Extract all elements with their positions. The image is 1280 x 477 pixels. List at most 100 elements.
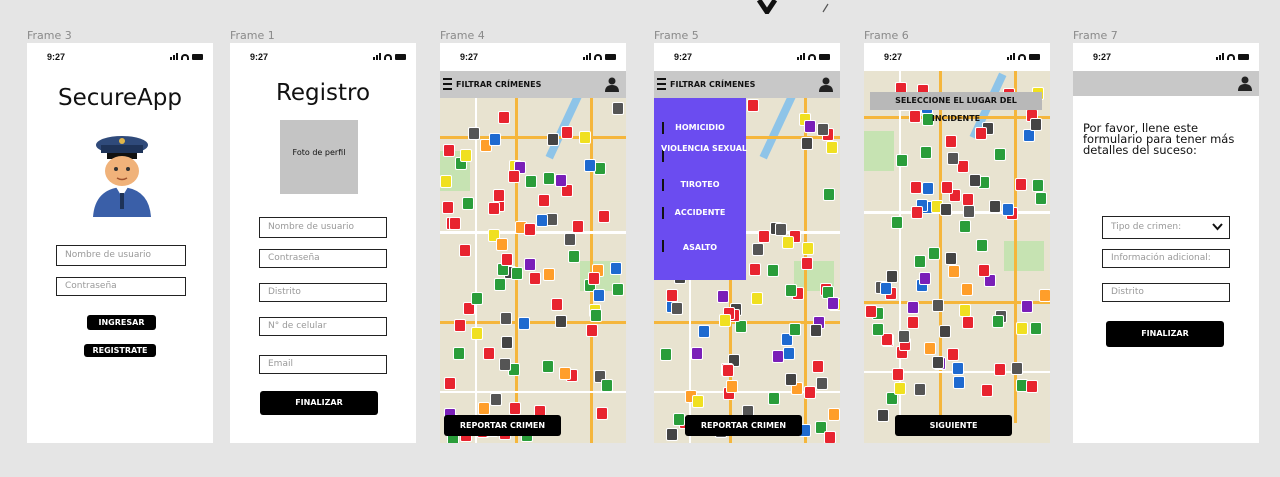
crime-pin-icon bbox=[962, 193, 974, 206]
user-icon[interactable] bbox=[604, 76, 620, 92]
frame-label-4: Frame 4 bbox=[440, 29, 485, 42]
password-input[interactable]: Contraseña bbox=[259, 249, 387, 268]
crime-pin-icon bbox=[1039, 289, 1050, 302]
crime-pin-icon bbox=[691, 347, 703, 360]
phone-input[interactable]: N° de celular bbox=[259, 317, 387, 336]
filter-title[interactable]: FILTRAR CRÍMENES bbox=[456, 80, 541, 89]
map-park bbox=[864, 131, 894, 171]
filter-homicidio[interactable]: HOMICIDIO bbox=[654, 123, 746, 132]
email-input[interactable]: Email bbox=[259, 355, 387, 374]
crime-pin-icon bbox=[962, 316, 974, 329]
frame-label-3: Frame 3 bbox=[27, 29, 72, 42]
crime-pin-icon bbox=[666, 428, 678, 441]
crime-pin-icon bbox=[538, 194, 550, 207]
username-input[interactable]: Nombre de usuario bbox=[259, 217, 387, 238]
crime-pin-icon bbox=[886, 270, 898, 283]
filter-title[interactable]: FILTRAR CRÍMENES bbox=[670, 80, 755, 89]
filter-bar: FILTRAR CRÍMENES bbox=[654, 71, 840, 98]
crime-pin-icon bbox=[804, 120, 816, 133]
crime-pin-icon bbox=[489, 133, 501, 146]
crime-pin-icon bbox=[767, 264, 779, 277]
crime-pin-icon bbox=[717, 290, 729, 303]
finish-button[interactable]: FINALIZAR bbox=[260, 391, 378, 415]
next-button[interactable]: SIGUIENTE bbox=[895, 415, 1012, 436]
crime-pin-icon bbox=[462, 197, 474, 210]
crime-pin-icon bbox=[775, 223, 787, 236]
district-input[interactable]: Distrito bbox=[259, 283, 387, 302]
crime-pin-icon bbox=[499, 358, 511, 371]
crime-pin-icon bbox=[747, 99, 759, 112]
menu-icon[interactable] bbox=[657, 78, 666, 90]
frame-label-7: Frame 7 bbox=[1073, 29, 1118, 42]
crime-pin-icon bbox=[922, 182, 934, 195]
crime-pin-icon bbox=[449, 217, 461, 230]
crime-pin-icon bbox=[722, 364, 734, 377]
crime-pin-icon bbox=[802, 242, 814, 255]
district-input[interactable]: Distrito bbox=[1102, 283, 1230, 302]
crime-pin-icon bbox=[601, 379, 613, 392]
crime-pin-icon bbox=[932, 356, 944, 369]
crime-pin-icon bbox=[894, 382, 906, 395]
crime-pin-icon bbox=[947, 152, 959, 165]
status-time: 9:27 bbox=[47, 52, 66, 62]
crime-pin-icon bbox=[963, 205, 975, 218]
crime-pin-icon bbox=[551, 298, 563, 311]
crime-pin-icon bbox=[824, 431, 836, 443]
map-river bbox=[759, 92, 797, 160]
crime-pin-icon bbox=[1011, 362, 1023, 375]
crime-pin-icon bbox=[596, 407, 608, 420]
filter-tiroteo[interactable]: TIROTEO bbox=[654, 180, 746, 189]
crime-pin-icon bbox=[896, 154, 908, 167]
crime-pin-icon bbox=[719, 314, 731, 327]
crime-pin-icon bbox=[981, 384, 993, 397]
report-crime-button[interactable]: REPORTAR CRIMEN bbox=[685, 415, 802, 436]
signal-icon bbox=[797, 53, 805, 60]
crime-pin-icon bbox=[945, 252, 957, 265]
report-crime-button[interactable]: REPORTAR CRIMEN bbox=[444, 415, 561, 436]
status-bar: 9:27 bbox=[864, 52, 1050, 66]
additional-info-input[interactable]: Información adicional: bbox=[1102, 249, 1230, 268]
crime-pin-icon bbox=[483, 347, 495, 360]
crime-pin-icon bbox=[660, 348, 672, 361]
logo-fragment-icon bbox=[757, 0, 829, 14]
finish-button[interactable]: FINALIZAR bbox=[1106, 321, 1224, 347]
frame-label-5: Frame 5 bbox=[654, 29, 699, 42]
crime-pin-icon bbox=[610, 262, 622, 275]
status-bar: 9:27 bbox=[1073, 52, 1259, 66]
user-icon[interactable] bbox=[1237, 75, 1253, 91]
crime-type-select[interactable]: Tipo de crimen: bbox=[1102, 216, 1230, 239]
username-input[interactable]: Nombre de usuario bbox=[56, 245, 186, 266]
profile-photo-placeholder[interactable]: Foto de perfil bbox=[280, 120, 358, 194]
chevron-down-icon bbox=[1212, 223, 1223, 231]
signal-icon bbox=[1007, 53, 1015, 60]
crime-map[interactable] bbox=[440, 91, 626, 443]
frame-label-1: Frame 1 bbox=[230, 29, 275, 42]
top-bar bbox=[1073, 71, 1259, 96]
crime-pin-icon bbox=[892, 368, 904, 381]
user-icon[interactable] bbox=[818, 76, 834, 92]
filter-asalto[interactable]: ASALTO bbox=[654, 243, 746, 252]
status-time: 9:27 bbox=[250, 52, 269, 62]
crime-pin-icon bbox=[941, 181, 953, 194]
crime-pin-icon bbox=[1032, 179, 1044, 192]
crime-pin-icon bbox=[692, 395, 704, 408]
menu-icon[interactable] bbox=[443, 78, 452, 90]
register-button[interactable]: REGISTRATE bbox=[84, 344, 156, 357]
frame-3-phone: 9:27 SecureApp Nombre de usuario Contras… bbox=[27, 43, 213, 443]
password-input[interactable]: Contraseña bbox=[56, 277, 186, 296]
crime-pin-icon bbox=[529, 272, 541, 285]
crime-pin-icon bbox=[948, 265, 960, 278]
crime-pin-icon bbox=[1030, 118, 1042, 131]
wifi-icon bbox=[594, 53, 602, 60]
crime-pin-icon bbox=[564, 233, 576, 246]
crime-pin-icon bbox=[442, 201, 454, 214]
crime-pin-icon bbox=[509, 402, 521, 415]
login-button[interactable]: INGRESAR bbox=[87, 315, 156, 330]
filter-violencia-sexual[interactable]: VIOLENCIA SEXUAL bbox=[654, 144, 750, 153]
crime-pin-icon bbox=[919, 272, 931, 285]
crime-pin-icon bbox=[801, 257, 813, 270]
filter-accidente[interactable]: ACCIDENTE bbox=[654, 208, 746, 217]
crime-pin-icon bbox=[547, 133, 559, 146]
crime-pin-icon bbox=[459, 244, 471, 257]
police-avatar-icon bbox=[93, 136, 151, 217]
